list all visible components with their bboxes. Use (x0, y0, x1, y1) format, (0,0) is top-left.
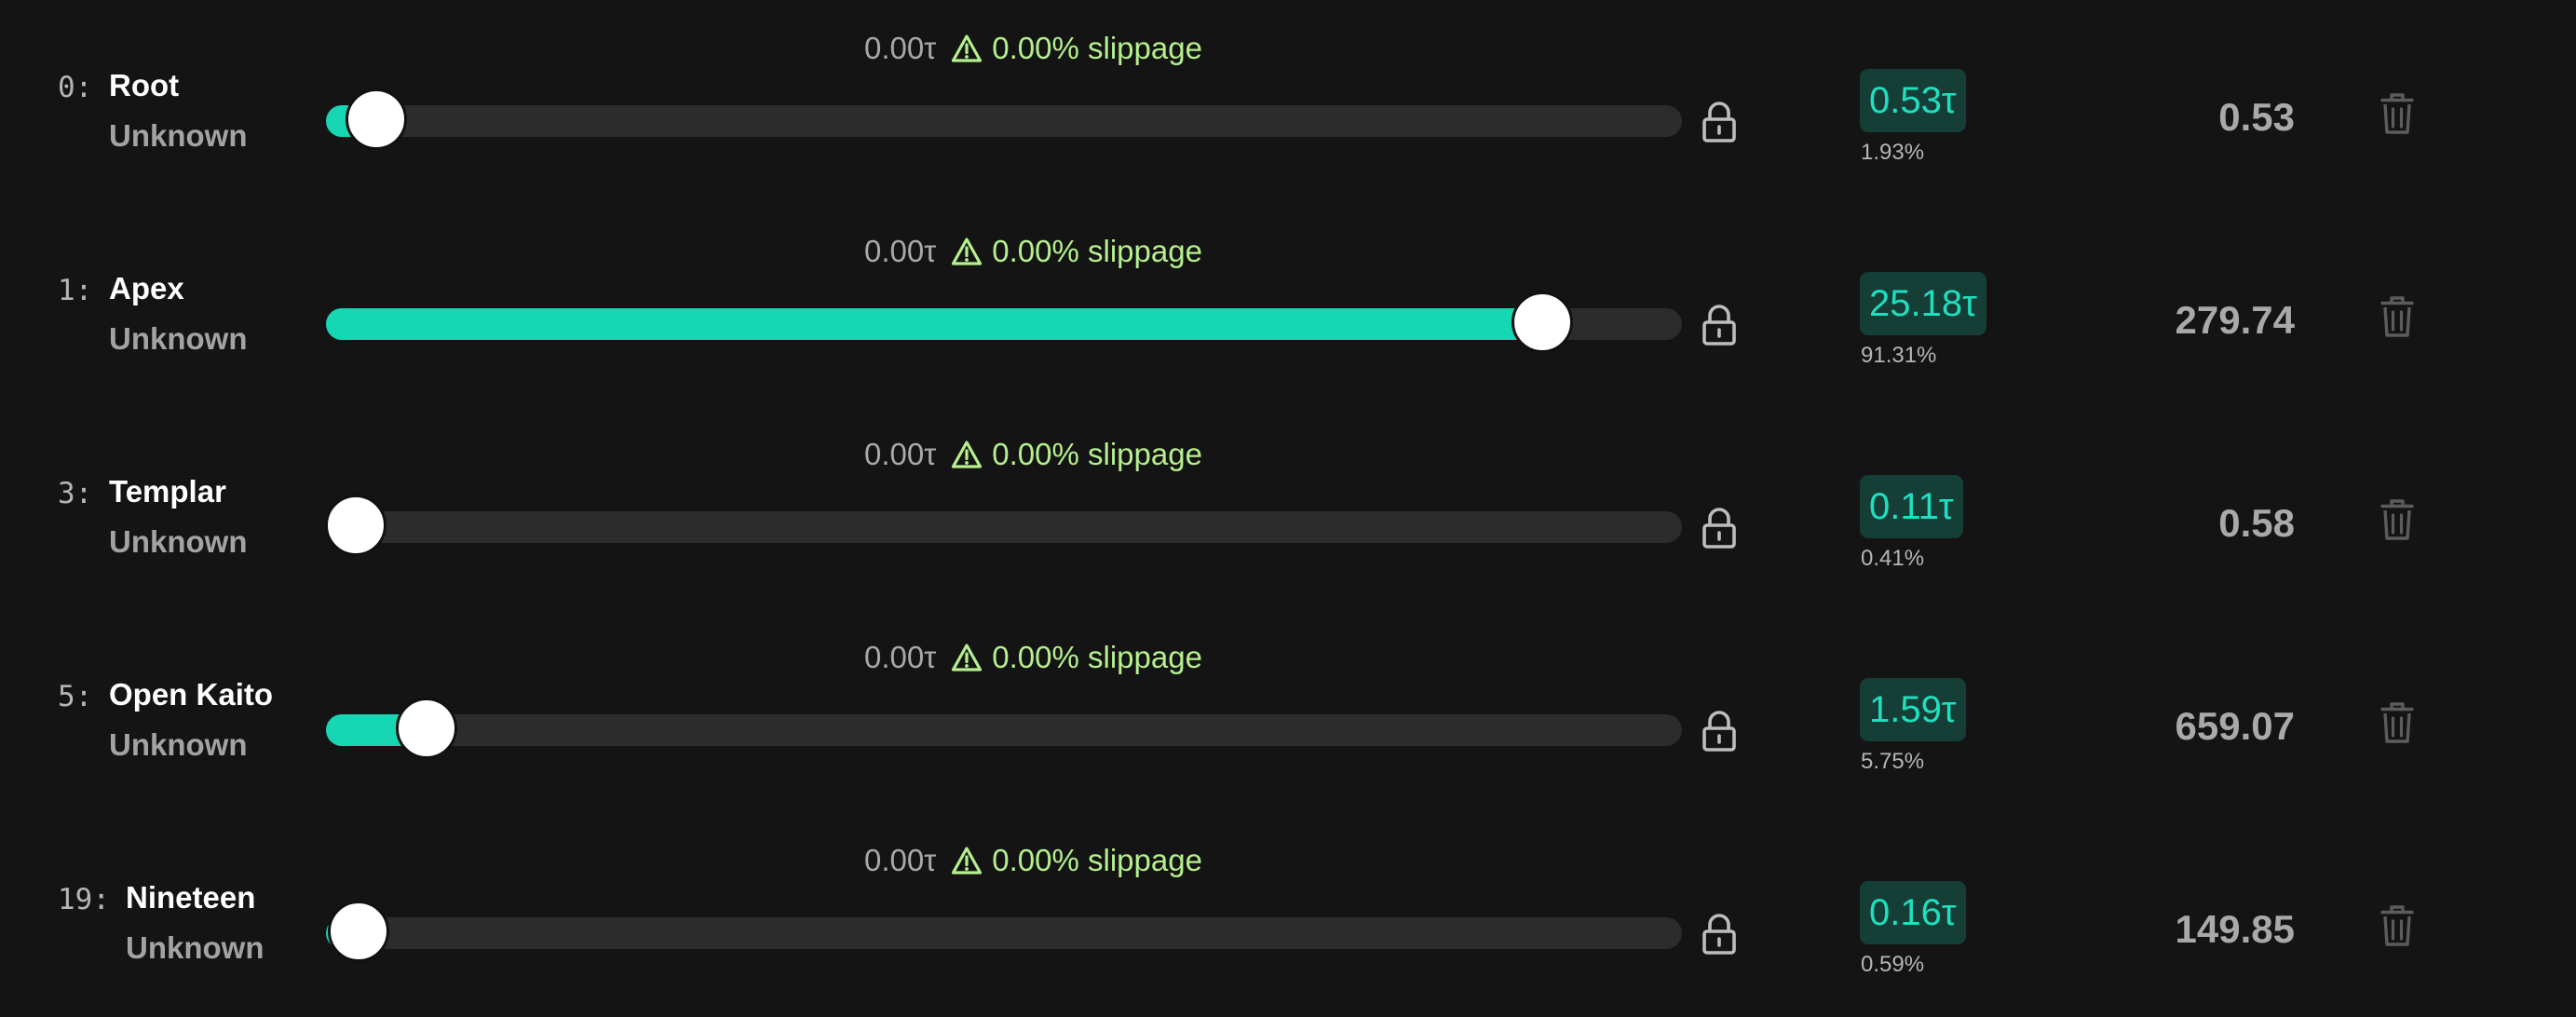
slippage-text: 0.00% slippage (992, 234, 1202, 268)
trash-icon[interactable] (2380, 702, 2414, 743)
slippage-text: 0.00% slippage (992, 31, 1202, 65)
stake-badge: 0.11τ (1860, 475, 1963, 538)
allocation-row: 1: Apex Unknown 0.00τ 0.00% slippage 25.… (0, 203, 2576, 406)
trash-icon[interactable] (2380, 905, 2414, 946)
lock-icon[interactable] (1701, 913, 1738, 956)
fee-value: 0.00τ (864, 31, 937, 65)
slider-thumb[interactable] (325, 495, 386, 556)
warning-icon (952, 237, 983, 265)
allocation-row: 3: Templar Unknown 0.00τ 0.00% slippage … (0, 406, 2576, 609)
subnet-name: Apex (109, 271, 184, 305)
stake-share: 0.59% (1861, 952, 1925, 977)
stake-badge: 0.16τ (1860, 881, 1966, 944)
stake-badge: 1.59τ (1860, 678, 1966, 741)
stake-share: 1.93% (1861, 140, 1925, 165)
slippage-text: 0.00% slippage (992, 843, 1202, 877)
fee-value: 0.00τ (864, 640, 937, 674)
subnet-status: Unknown (109, 524, 248, 559)
warning-icon (952, 34, 983, 62)
stake-share: 5.75% (1861, 749, 1925, 774)
warning-icon (952, 847, 983, 875)
slider-thumb[interactable] (328, 901, 389, 962)
allocation-slider[interactable] (325, 495, 1682, 556)
subnet-name: Templar (109, 474, 226, 508)
amount-value: 659.07 (2175, 704, 2295, 748)
subnet-name: Open Kaito (109, 677, 274, 712)
subnet-status: Unknown (109, 727, 248, 762)
lock-icon[interactable] (1701, 304, 1738, 346)
stake-share: 0.41% (1861, 546, 1925, 571)
amount-value: 0.58 (2218, 501, 2295, 545)
subnet-index: 3: (58, 477, 93, 510)
amount-value: 149.85 (2175, 907, 2295, 951)
subnet-status: Unknown (109, 321, 248, 356)
fee-slippage-info: 0.00τ 0.00% slippage (864, 637, 1202, 678)
subnet-index: 5: (58, 680, 93, 713)
stake-badge: 25.18τ (1860, 272, 1986, 335)
lock-icon[interactable] (1701, 101, 1738, 143)
slider-fill (326, 308, 1542, 340)
allocation-slider[interactable] (326, 698, 1682, 759)
fee-value: 0.00τ (864, 437, 937, 471)
lock-icon[interactable] (1701, 507, 1738, 549)
allocation-row: 5: Open Kaito Unknown 0.00τ 0.00% slippa… (0, 609, 2576, 812)
allocation-slider[interactable] (326, 88, 1682, 150)
slider-thumb[interactable] (346, 88, 407, 150)
allocation-slider[interactable] (326, 292, 1682, 353)
fee-value: 0.00τ (864, 234, 937, 268)
fee-slippage-info: 0.00τ 0.00% slippage (864, 434, 1202, 475)
warning-icon (952, 441, 983, 468)
subnet-name: Root (109, 68, 180, 102)
subnet-index: 1: (58, 274, 93, 307)
trash-icon[interactable] (2380, 296, 2414, 337)
fee-value: 0.00τ (864, 843, 937, 877)
trash-icon[interactable] (2380, 499, 2414, 540)
warning-icon (952, 644, 983, 671)
subnet-name: Nineteen (126, 880, 256, 915)
allocation-row: 19: Nineteen Unknown 0.00τ 0.00% slippag… (0, 812, 2576, 1015)
subnet-status: Unknown (126, 930, 264, 965)
fee-slippage-info: 0.00τ 0.00% slippage (864, 840, 1202, 881)
lock-icon[interactable] (1701, 710, 1738, 753)
slippage-text: 0.00% slippage (992, 437, 1202, 471)
fee-slippage-info: 0.00τ 0.00% slippage (864, 28, 1202, 69)
subnet-index: 19: (58, 883, 110, 916)
amount-value: 0.53 (2218, 95, 2295, 139)
stake-share: 91.31% (1861, 343, 1937, 368)
allocation-slider[interactable] (326, 901, 1682, 962)
amount-value: 279.74 (2175, 298, 2295, 342)
allocation-row: 0: Root Unknown 0.00τ 0.00% slippage 0.5… (0, 0, 2576, 203)
stake-badge: 0.53τ (1860, 69, 1966, 132)
subnet-status: Unknown (109, 118, 248, 153)
fee-slippage-info: 0.00τ 0.00% slippage (864, 231, 1202, 272)
slippage-text: 0.00% slippage (992, 640, 1202, 674)
subnet-index: 0: (58, 71, 93, 104)
slider-thumb[interactable] (396, 698, 457, 759)
trash-icon[interactable] (2380, 93, 2414, 134)
slider-thumb[interactable] (1512, 292, 1573, 353)
